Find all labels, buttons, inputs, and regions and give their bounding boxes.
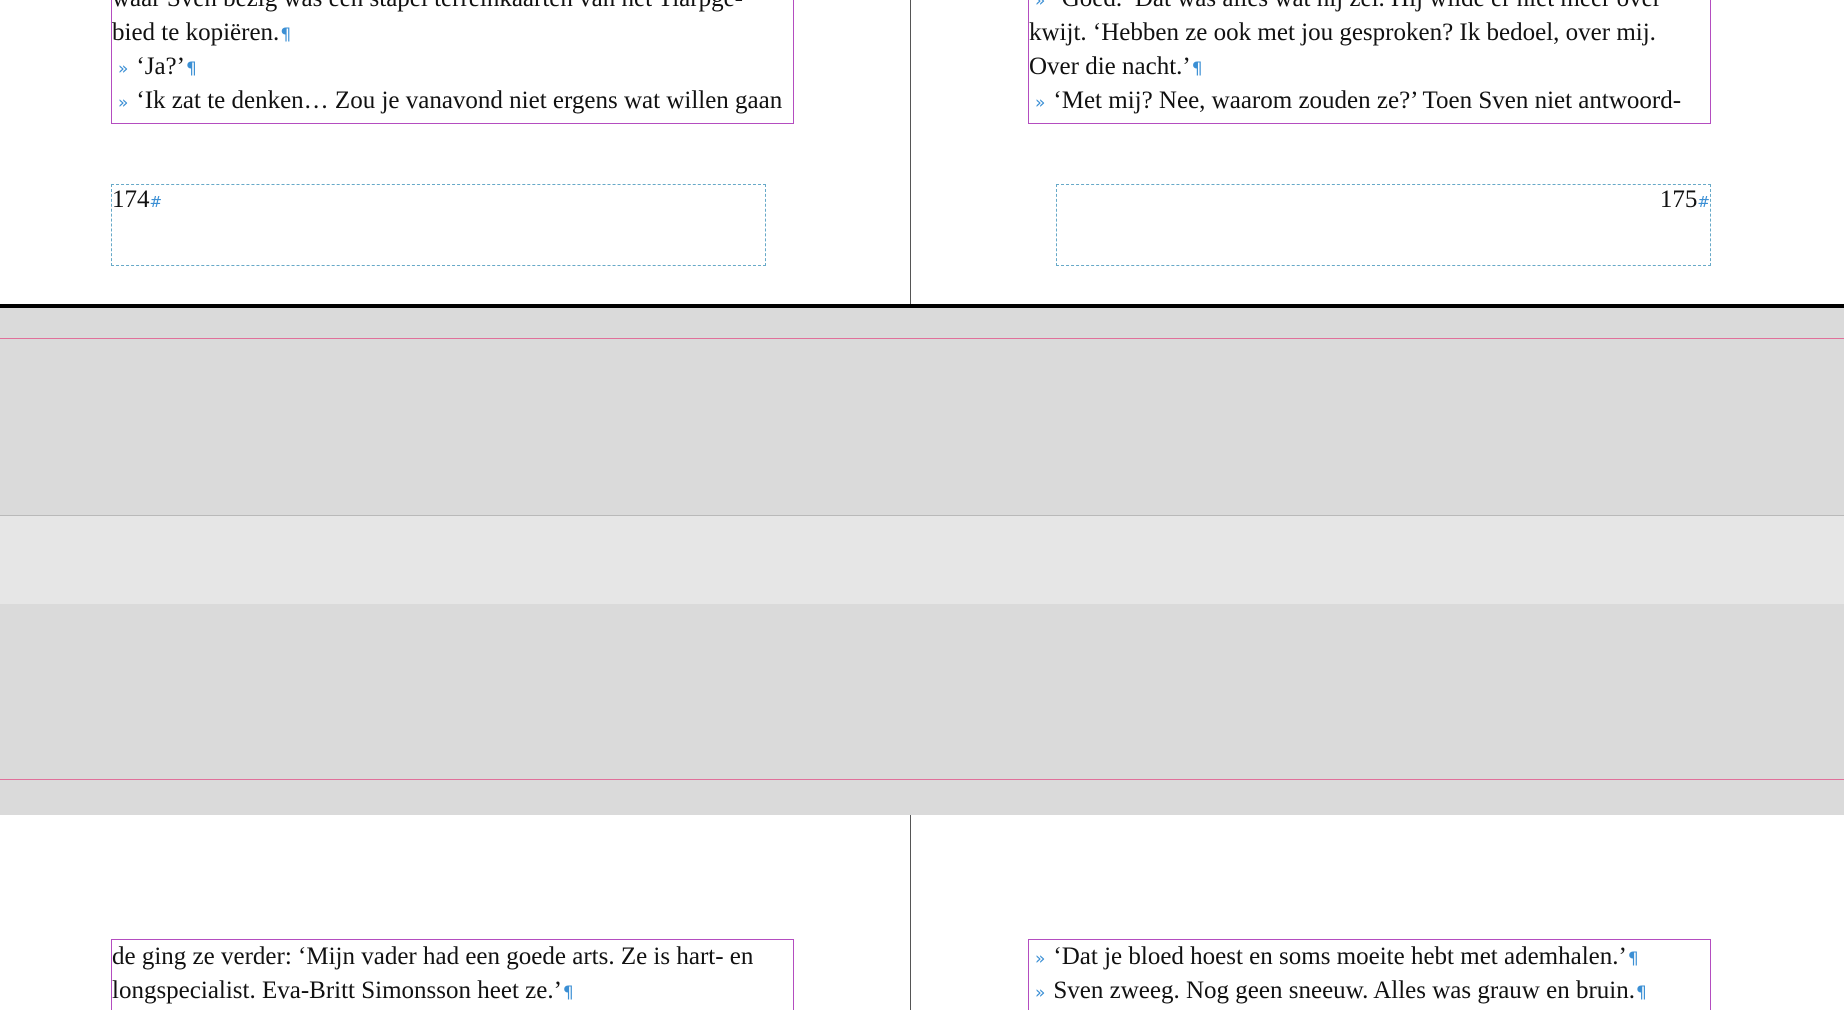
folio-frame-left[interactable]: 174# bbox=[111, 184, 766, 266]
page-number-marker-icon: # bbox=[1697, 193, 1710, 211]
spread-spine bbox=[910, 815, 911, 1010]
pilcrow-icon: ¶ bbox=[1627, 949, 1639, 969]
spread-spine bbox=[910, 0, 911, 304]
text-line: de ging ze verder: ‘Mijn vader had een g… bbox=[112, 940, 793, 974]
text-line: » ‘Met mij? Nee, waarom zouden ze?’ Toen … bbox=[1029, 84, 1710, 118]
tab-marker-icon: » bbox=[1035, 983, 1046, 1003]
page-number-174: 174 bbox=[112, 186, 150, 213]
pilcrow-icon: ¶ bbox=[562, 983, 574, 1003]
line-text: Sven zweeg. Nog geen sneeuw. Alles was g… bbox=[1053, 977, 1635, 1004]
text-line: » ‘Dat je bloed hoest en soms moeite hebt… bbox=[1029, 940, 1710, 974]
line-text: de ging ze verder: ‘Mijn vader had een g… bbox=[112, 943, 754, 970]
line-text: kwijt. ‘Hebben ze ook met jou gesproken?… bbox=[1029, 19, 1656, 46]
text-line: waar Sven bezig was een stapel terreinka… bbox=[112, 0, 793, 16]
tab-marker-icon: » bbox=[1035, 0, 1046, 11]
line-text: ‘Ik zat te denken… Zou je vanavond niet … bbox=[136, 87, 783, 114]
page-number-marker-icon: # bbox=[149, 193, 163, 211]
folio-frame-right[interactable]: 175# bbox=[1056, 184, 1711, 266]
tab-marker-icon: » bbox=[1035, 949, 1046, 969]
text-line: kwijt. ‘Hebben ze ook met jou gesproken?… bbox=[1029, 16, 1710, 50]
line-text: waar Sven bezig was een stapel terreinka… bbox=[112, 0, 743, 12]
bleed-guide-bottom bbox=[0, 779, 1844, 780]
tab-marker-icon: » bbox=[118, 93, 129, 113]
line-text: ‘Dat je bloed hoest en soms moeite hebt … bbox=[1053, 943, 1627, 970]
bleed-guide-top bbox=[0, 338, 1844, 339]
tab-marker-icon: » bbox=[118, 59, 129, 79]
text-line: » ‘Ik zat te denken… Zou je vanavond niet… bbox=[112, 84, 793, 118]
text-line: » ‘Goed.’ Dat was alles wat hij zei. Hij … bbox=[1029, 0, 1710, 16]
line-text: ‘Ja?’ bbox=[136, 53, 185, 80]
line-text: ‘Goed.’ Dat was alles wat hij zei. Hij w… bbox=[1053, 0, 1661, 12]
text-line: » Sven zweeg. Nog geen sneeuw. Alles was … bbox=[1029, 974, 1710, 1008]
pasteboard-gap bbox=[0, 515, 1844, 605]
line-text: ‘Met mij? Nee, waarom zouden ze?’ Toen S… bbox=[1053, 87, 1682, 114]
text-frame-page-177[interactable]: » ‘Dat je bloed hoest en soms moeite hebt… bbox=[1028, 939, 1711, 1010]
text-line: Over die nacht.’¶ bbox=[1029, 50, 1710, 84]
line-text: longspecialist. Eva-Britt Simonsson heet… bbox=[112, 977, 562, 1004]
line-text: Over die nacht.’ bbox=[1029, 53, 1191, 80]
pilcrow-icon: ¶ bbox=[1635, 983, 1647, 1003]
tab-marker-icon: » bbox=[1035, 93, 1046, 113]
pilcrow-icon: ¶ bbox=[1191, 59, 1203, 79]
text-frame-page-174[interactable]: waar Sven bezig was een stapel terreinka… bbox=[111, 0, 794, 124]
top-spread: waar Sven bezig was een stapel terreinka… bbox=[0, 0, 1844, 304]
text-line: bied te kopiëren.¶ bbox=[112, 16, 793, 50]
text-line: longspecialist. Eva-Britt Simonsson heet… bbox=[112, 974, 793, 1008]
pasteboard-lower bbox=[0, 604, 1844, 816]
text-frame-page-176[interactable]: de ging ze verder: ‘Mijn vader had een g… bbox=[111, 939, 794, 1010]
text-line: » ‘Ja?’¶ bbox=[112, 50, 793, 84]
pilcrow-icon: ¶ bbox=[185, 59, 197, 79]
pasteboard-upper bbox=[0, 308, 1844, 515]
line-text: bied te kopiëren. bbox=[112, 19, 280, 46]
text-frame-page-175[interactable]: » ‘Goed.’ Dat was alles wat hij zei. Hij … bbox=[1028, 0, 1711, 124]
pilcrow-icon: ¶ bbox=[280, 25, 292, 45]
page-number-175: 175 bbox=[1659, 186, 1698, 213]
bottom-spread: de ging ze verder: ‘Mijn vader had een g… bbox=[0, 815, 1844, 1010]
